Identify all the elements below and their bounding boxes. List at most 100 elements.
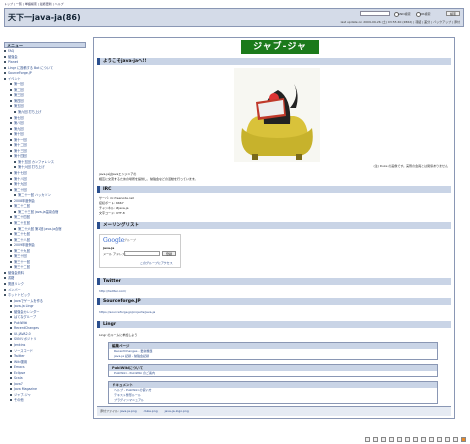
search-icon[interactable] <box>437 437 443 442</box>
sidebar-item-label: SVNリポジトリ <box>14 337 37 342</box>
rss-icon[interactable] <box>461 437 466 442</box>
sidebar-item-label: 第二十四回 <box>14 215 30 220</box>
bullet-icon <box>10 355 12 358</box>
attachment-link[interactable]: duke.png <box>144 409 158 413</box>
sidebar-item-label: FAQ <box>8 49 15 53</box>
bullet-icon <box>10 382 12 385</box>
attach-icon[interactable] <box>397 437 403 442</box>
sidebar-item-label: 第十七回 <box>14 171 27 176</box>
bullet-icon <box>10 255 12 258</box>
sidebar-item-label: 第十八回 <box>14 176 27 181</box>
irc-line: チャンネル: #java-ja <box>99 206 129 210</box>
intro-line-1: java-jaはJavaエンジニアの <box>99 172 137 176</box>
sourceforge-link[interactable]: https://sourceforge.jp/projects/java-ja <box>99 310 155 314</box>
duke-photo <box>234 68 320 162</box>
bullet-icon <box>10 327 12 330</box>
sidebar-item-label: Wiki運用 <box>14 359 28 364</box>
bullet-icon <box>10 83 12 86</box>
irc-heading: IRC <box>97 186 451 193</box>
sidebar: メニュー FAQ 勉強会 Planet Lingr に投稿する Bot について Sou… <box>4 42 86 428</box>
sidebar-item-label: Java Magazine <box>14 387 37 392</box>
bullet-icon <box>10 316 12 319</box>
box-link[interactable]: PukiWiki - PukiWiki のご案内 <box>109 371 437 376</box>
sidebar-item-label: 第二十三回 java-ja温泉合宿 <box>18 209 59 214</box>
bullet-icon <box>4 72 6 75</box>
site-logo: ジャブ-ジャ <box>241 40 319 54</box>
reload-icon[interactable] <box>421 437 427 442</box>
sidebar-item-label: はてなグループ <box>14 315 37 320</box>
mail-address-label: メール アドレス: <box>103 252 126 256</box>
visit-group-link[interactable]: このグループにアクセス <box>140 261 173 265</box>
sidebar-item-label: 第十四回 <box>14 154 27 159</box>
bullet-icon <box>14 227 16 230</box>
sidebar-heading: メニュー <box>4 42 86 48</box>
bullet-icon <box>10 105 12 108</box>
sidebar-item-label: Jenkins <box>14 342 26 347</box>
mail-address-input[interactable] <box>124 251 160 256</box>
bullet-icon <box>10 349 12 352</box>
lingr-heading: Lingr <box>97 321 451 328</box>
sidebar-item-label: 第二十回 <box>14 187 27 192</box>
bullet-icon <box>10 88 12 91</box>
join-button[interactable]: 登録 <box>162 251 176 256</box>
attachment-link[interactable]: java-ja.png <box>120 409 137 413</box>
sidebar-item-label: ホットトピック <box>8 293 31 298</box>
diff-icon[interactable] <box>381 437 387 442</box>
twitter-link[interactable]: http://twitter.com/ <box>99 289 126 293</box>
box-link[interactable]: プラグインマニュアル <box>109 398 437 403</box>
sidebar-item-label: 第二十五回 <box>14 220 30 225</box>
page-title: 天下一java-ja(86) <box>8 13 81 22</box>
sidebar-item-label: 第二十七回 <box>14 232 30 237</box>
bullet-icon <box>4 61 6 64</box>
bullet-icon <box>10 144 12 147</box>
bullet-icon <box>10 249 12 252</box>
bullet-icon <box>10 133 12 136</box>
bullet-icon <box>4 55 6 58</box>
search-button[interactable]: 検索 <box>446 11 460 16</box>
bullet-icon <box>10 94 12 97</box>
welcome-heading: ようこそjava-jaへ!! <box>97 58 451 65</box>
bullet-icon <box>10 399 12 402</box>
bullet-icon <box>10 360 12 363</box>
sidebar-item-label: 第十五回 カンファレンス <box>18 159 54 164</box>
twitter-heading: Twitter <box>97 278 451 285</box>
top-navigation[interactable]: トップ | 一覧 | 単語検索 | 最終更新 | ヘルプ <box>4 2 64 6</box>
box-link[interactable]: java-ja 記録 - 勉強会記録 <box>109 354 437 359</box>
help-icon[interactable] <box>453 437 459 442</box>
bullet-icon <box>4 271 6 274</box>
sidebar-item-label: Java7 <box>14 381 23 386</box>
attachments-bar: 添付ファイル: java-ja.png duke.png java-ja-log… <box>97 406 451 416</box>
sidebar-item-label: 第十二回 <box>14 143 27 148</box>
or-option-label: OR検索 <box>420 12 431 16</box>
attachment-link[interactable]: java-ja-logo.png <box>165 409 189 413</box>
bullet-icon <box>4 277 6 280</box>
sidebar-item-label: 第三十二回 <box>14 265 30 270</box>
bullet-icon <box>10 238 12 241</box>
sidebar-item-label: 勉強会 <box>8 54 18 59</box>
list-icon[interactable] <box>429 437 435 442</box>
sidebar-item-label: java-ja Lingr <box>14 304 34 309</box>
search-input[interactable] <box>360 11 390 16</box>
bullet-icon <box>10 138 12 141</box>
recent-icon[interactable] <box>445 437 451 442</box>
copy-icon[interactable] <box>405 437 411 442</box>
intro-line-2: 相互に交流するための場所を提供し、勉強会などの活動を行っています。 <box>99 177 198 181</box>
google-groups-box: Google グループ java-ja メール アドレス: 登録 このグループに… <box>99 234 181 268</box>
sidebar-item-label: ジャブ-ジャ <box>14 392 31 397</box>
backup-icon[interactable] <box>389 437 395 442</box>
sidebar-item-label: 第二十九回 <box>14 248 30 253</box>
bullet-icon <box>4 282 6 285</box>
sidebar-item-label: UI-JAVA2.0 <box>14 331 31 336</box>
rename-icon[interactable] <box>413 437 419 442</box>
new-page-icon[interactable] <box>365 437 371 442</box>
mailing-list-heading: メーリングリスト <box>97 222 451 229</box>
sidebar-item-label: 書籍 <box>8 276 15 281</box>
bullet-icon <box>10 233 12 236</box>
edit-icon[interactable] <box>373 437 379 442</box>
sidebar-item-label: 第十六回 打ち上げ <box>18 165 45 170</box>
sidebar-item[interactable]: その他 <box>4 398 86 404</box>
bullet-icon <box>10 305 12 308</box>
sidebar-item-label: 第三十一回 <box>14 259 30 264</box>
last-update-info[interactable]: last update on 2009-09-26 (土) 03:55:40 (… <box>341 20 460 24</box>
sidebar-item-label: 第八回 <box>14 121 24 126</box>
